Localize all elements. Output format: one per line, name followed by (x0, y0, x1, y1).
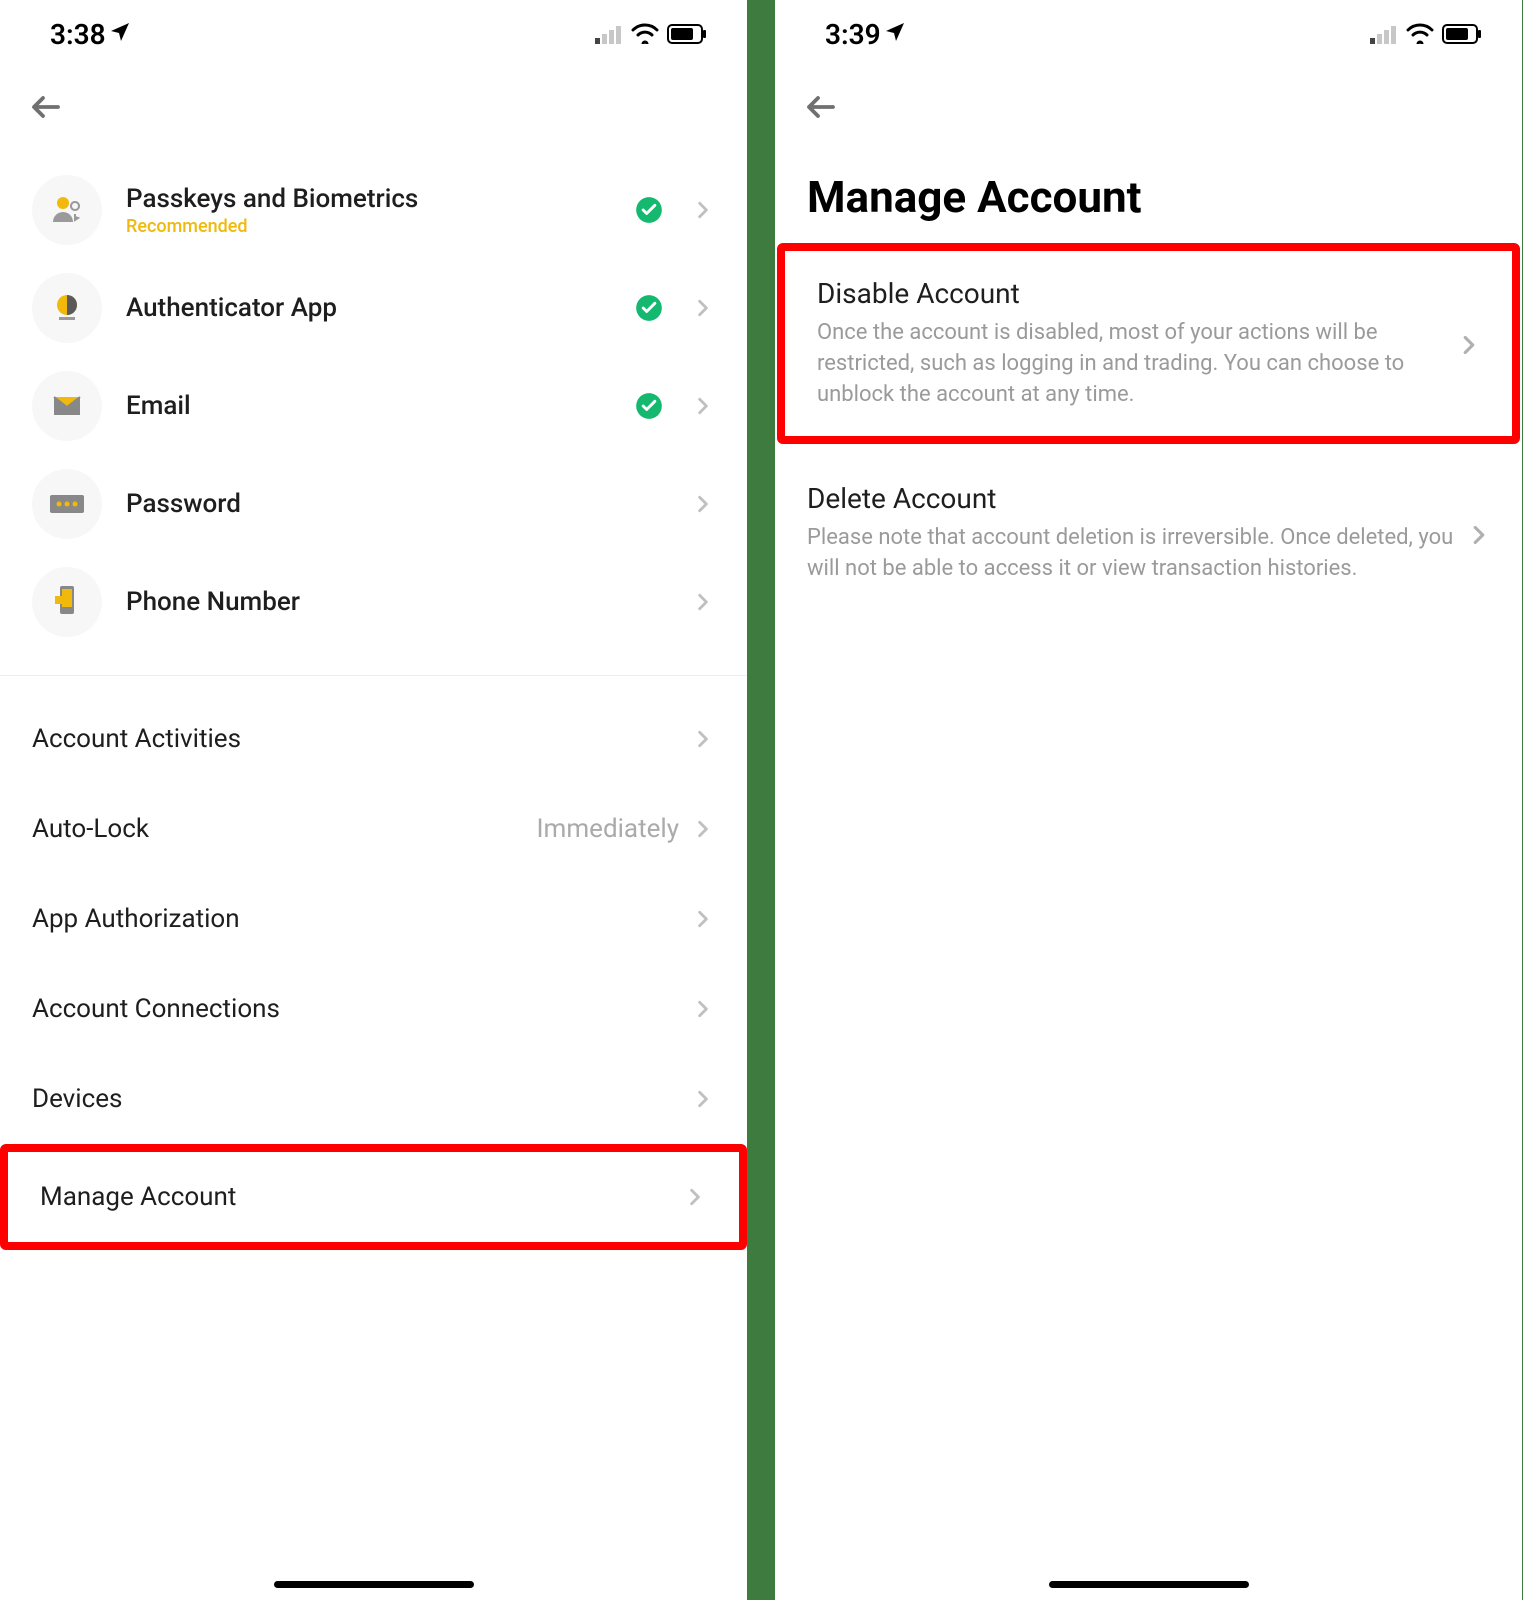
check-icon (635, 294, 663, 322)
wifi-icon (631, 18, 659, 51)
status-bar: 3:39 (775, 0, 1522, 61)
status-time: 3:39 (825, 18, 881, 51)
item-value: Immediately (536, 814, 679, 844)
password-icon (32, 469, 102, 539)
item-email[interactable]: Email (0, 357, 747, 455)
item-disable-account[interactable]: Disable Account Once the account is disa… (777, 243, 1520, 444)
chevron-right-icon (689, 1188, 707, 1206)
item-authenticator-app[interactable]: Authenticator App (0, 259, 747, 357)
item-devices[interactable]: Devices (0, 1054, 747, 1144)
chevron-right-icon (697, 820, 715, 838)
check-icon (635, 392, 663, 420)
item-label: Password (126, 489, 673, 519)
chevron-right-icon (697, 495, 715, 513)
item-delete-account[interactable]: Delete Account Please note that account … (775, 456, 1522, 611)
item-auto-lock[interactable]: Auto-Lock Immediately (0, 784, 747, 874)
item-label: Manage Account (40, 1182, 236, 1212)
item-label: Account Connections (32, 994, 280, 1024)
item-label: Account Activities (32, 724, 241, 754)
item-manage-account[interactable]: Manage Account (0, 1144, 747, 1250)
chevron-right-icon (697, 1000, 715, 1018)
item-sublabel: Recommended (126, 216, 611, 237)
item-account-connections[interactable]: Account Connections (0, 964, 747, 1054)
item-label: Passkeys and Biometrics (126, 184, 611, 214)
signal-icon (1370, 18, 1398, 51)
item-label: Auto-Lock (32, 814, 149, 844)
chevron-right-icon (697, 730, 715, 748)
authenticator-icon (32, 273, 102, 343)
chevron-right-icon (1472, 525, 1490, 543)
item-password[interactable]: Password (0, 455, 747, 553)
chevron-right-icon (697, 397, 715, 415)
signal-icon (595, 18, 623, 51)
status-time: 3:38 (50, 18, 106, 51)
home-indicator[interactable] (1049, 1581, 1249, 1588)
item-label: Devices (32, 1084, 122, 1114)
status-bar: 3:38 (0, 0, 747, 61)
chevron-right-icon (697, 201, 715, 219)
passkey-icon (32, 175, 102, 245)
item-label: Disable Account (817, 277, 1446, 310)
settings-list: Account Activities Auto-Lock Immediately… (0, 676, 747, 1250)
email-icon (32, 371, 102, 441)
back-button[interactable] (775, 61, 1522, 141)
phone-settings: 3:38 Passkeys and Biometrics Recommended (0, 0, 747, 1600)
item-account-activities[interactable]: Account Activities (0, 694, 747, 784)
item-label: Email (126, 391, 611, 421)
check-icon (635, 196, 663, 224)
chevron-right-icon (697, 299, 715, 317)
phone-icon (32, 567, 102, 637)
security-methods-list: Passkeys and Biometrics Recommended Auth… (0, 141, 747, 651)
back-button[interactable] (0, 61, 747, 141)
page-title: Manage Account (775, 141, 1522, 243)
battery-icon (667, 18, 707, 51)
wifi-icon (1406, 18, 1434, 51)
chevron-right-icon (697, 910, 715, 928)
item-app-authorization[interactable]: App Authorization (0, 874, 747, 964)
battery-icon (1442, 18, 1482, 51)
item-passkeys-biometrics[interactable]: Passkeys and Biometrics Recommended (0, 161, 747, 259)
item-label: Phone Number (126, 587, 673, 617)
chevron-right-icon (1462, 335, 1480, 353)
item-label: Authenticator App (126, 293, 611, 323)
location-arrow-icon (883, 18, 907, 51)
item-phone-number[interactable]: Phone Number (0, 553, 747, 651)
home-indicator[interactable] (274, 1581, 474, 1588)
phone-manage-account: 3:39 Manage Account Disable Account Once… (775, 0, 1522, 1600)
chevron-right-icon (697, 1090, 715, 1108)
chevron-right-icon (697, 593, 715, 611)
item-label: Delete Account (807, 482, 1456, 515)
item-label: App Authorization (32, 904, 240, 934)
item-description: Once the account is disabled, most of yo… (817, 318, 1446, 410)
location-arrow-icon (108, 18, 132, 51)
item-description: Please note that account deletion is irr… (807, 523, 1456, 585)
